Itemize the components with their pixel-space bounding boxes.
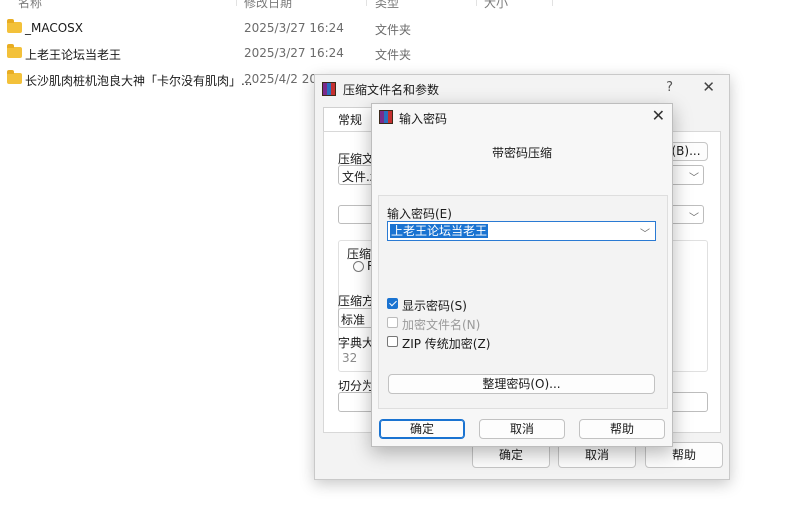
column-header-name[interactable]: 名称 — [18, 0, 42, 11]
column-header-date[interactable]: 修改日期 — [244, 0, 292, 11]
help-button[interactable]: 帮助 — [579, 419, 665, 439]
folder-icon — [7, 44, 22, 58]
help-icon[interactable]: ? — [666, 80, 673, 95]
file-name: _MACOSX — [25, 21, 84, 35]
chevron-down-icon[interactable]: ﹀ — [640, 225, 650, 240]
checkbox-icon — [387, 336, 398, 347]
column-header-type[interactable]: 类型 — [375, 0, 399, 11]
encrypt-filenames-label: 加密文件名(N) — [402, 318, 481, 332]
close-icon[interactable]: ✕ — [702, 78, 715, 96]
close-icon[interactable]: ✕ — [652, 106, 665, 125]
dialog-title: 输入密码 — [399, 112, 448, 126]
file-date: 2025/3/27 16:24 — [244, 46, 344, 60]
file-row[interactable]: _MACOSX 2025/3/27 16:24 文件夹 — [0, 18, 560, 40]
file-name: 上老王论坛当老王 — [25, 48, 122, 62]
column-separator[interactable] — [476, 0, 477, 6]
checkbox-icon — [387, 317, 398, 328]
ok-button[interactable]: 确定 — [379, 419, 465, 439]
dictionary-label: 字典大 — [338, 336, 375, 350]
zip-legacy-label: ZIP 传统加密(Z) — [402, 337, 491, 351]
tab-general[interactable]: 常规 — [323, 107, 377, 132]
dictionary-value: 32 — [342, 351, 358, 365]
password-label: 输入密码(E) — [387, 207, 452, 221]
file-name: 长沙肌肉桩机泡良大神「卡尔没有肌肉」... — [25, 74, 253, 88]
radio-rar[interactable] — [353, 261, 364, 272]
password-input[interactable]: 上老王论坛当老王 ﹀ — [387, 221, 656, 241]
file-type: 文件夹 — [375, 23, 412, 37]
checkbox-checked-icon — [387, 298, 398, 309]
organize-passwords-button[interactable]: 整理密码(O)... — [388, 374, 655, 394]
folder-icon — [7, 70, 22, 84]
file-date: 2025/3/27 16:24 — [244, 21, 344, 35]
column-header-row: 名称 修改日期 类型 大小 — [0, 0, 560, 10]
folder-icon — [7, 19, 22, 33]
password-dialog: 输入密码 ✕ 带密码压缩 输入密码(E) 上老王论坛当老王 ﹀ 显示密码(S) … — [371, 103, 673, 447]
password-value: 上老王论坛当老王 — [390, 224, 489, 238]
show-password-label: 显示密码(S) — [402, 299, 467, 313]
winrar-icon — [379, 110, 393, 124]
column-header-size[interactable]: 大小 — [484, 0, 508, 11]
file-row[interactable]: 上老王论坛当老王 2025/3/27 16:24 文件夹 — [0, 43, 560, 65]
cancel-button[interactable]: 取消 — [479, 419, 565, 439]
chevron-down-icon: ﹀ — [689, 173, 699, 184]
file-type: 文件夹 — [375, 48, 412, 62]
chevron-down-icon: ﹀ — [689, 213, 699, 224]
column-separator[interactable] — [236, 0, 237, 6]
dialog-subtitle: 带密码压缩 — [491, 146, 552, 160]
column-separator[interactable] — [366, 0, 367, 6]
column-separator[interactable] — [552, 0, 553, 6]
method-label: 压缩方 — [338, 294, 375, 308]
winrar-icon — [322, 82, 336, 96]
dialog-title: 压缩文件名和参数 — [343, 83, 440, 97]
method-value: 标准 — [341, 313, 366, 327]
